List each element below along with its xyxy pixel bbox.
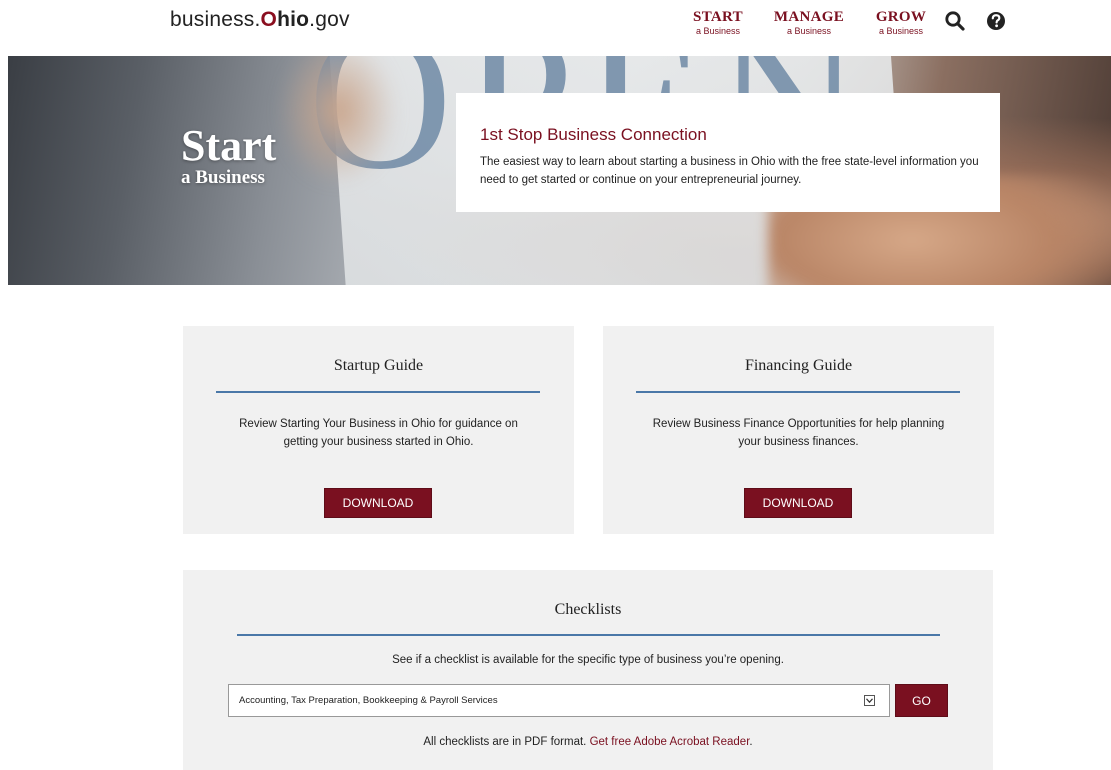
financing-guide-panel: Financing Guide Review Business Finance … xyxy=(603,326,994,534)
nav-start-label: START xyxy=(693,9,743,25)
checklist-select[interactable]: Accounting, Tax Preparation, Bookkeeping… xyxy=(228,684,890,717)
logo-prefix: business. xyxy=(170,8,261,31)
checklist-selected-value: Accounting, Tax Preparation, Bookkeeping… xyxy=(239,695,498,706)
divider xyxy=(216,391,540,393)
hero-title-small: a Business xyxy=(181,167,265,188)
logo-suffix: .gov xyxy=(309,8,350,31)
logo-hio: hio xyxy=(277,8,310,31)
hero-card-title: 1st Stop Business Connection xyxy=(480,125,707,144)
startup-guide-description: Review Starting Your Business in Ohio fo… xyxy=(239,418,518,448)
checklists-panel: Checklists See if a checklist is availab… xyxy=(183,570,993,770)
nav-start-business[interactable]: START a Business xyxy=(690,9,746,37)
divider xyxy=(237,634,940,636)
site-header: business.Ohio.gov START a Business MANAG… xyxy=(0,0,1111,56)
nav-manage-business[interactable]: MANAGE a Business xyxy=(770,9,848,37)
footnote-text: All checklists are in PDF format. xyxy=(423,736,587,748)
pdf-footnote: All checklists are in PDF format. Get fr… xyxy=(183,736,993,748)
hero-info-card: 1st Stop Business Connection The easiest… xyxy=(456,93,1000,212)
site-logo[interactable]: business.Ohio.gov xyxy=(170,8,350,32)
nav-start-sub: a Business xyxy=(695,26,741,36)
hero-title-big: Start xyxy=(181,121,277,170)
nav-manage-sub: a Business xyxy=(786,26,832,36)
search-icon[interactable] xyxy=(944,10,966,32)
financing-download-button[interactable]: DOWNLOAD xyxy=(744,488,852,518)
nav-grow-label: GROW xyxy=(875,9,927,25)
go-button[interactable]: GO xyxy=(895,684,948,717)
financing-guide-description: Review Business Finance Opportunities fo… xyxy=(652,418,945,448)
footnote-end: . xyxy=(749,736,753,748)
logo-o: O xyxy=(260,8,278,31)
startup-guide-panel: Startup Guide Review Starting Your Busin… xyxy=(183,326,574,534)
nav-grow-sub: a Business xyxy=(878,26,924,36)
adobe-reader-link[interactable]: Get free Adobe Acrobat Reader xyxy=(590,736,750,748)
checklists-title: Checklists xyxy=(554,601,622,618)
nav-manage-label: MANAGE xyxy=(773,9,845,25)
chevron-down-icon[interactable] xyxy=(864,695,875,706)
startup-guide-title: Startup Guide xyxy=(333,357,424,374)
startup-download-button[interactable]: DOWNLOAD xyxy=(324,488,432,518)
hero-hand-left xyxy=(278,56,398,186)
hero-card-description: The easiest way to learn about starting … xyxy=(480,156,979,186)
checklists-description: See if a checklist is available for the … xyxy=(392,654,784,666)
financing-guide-title: Financing Guide xyxy=(744,357,853,374)
hero-title: Start a Business xyxy=(181,124,276,188)
help-icon[interactable] xyxy=(985,10,1007,32)
nav-grow-business[interactable]: GROW a Business xyxy=(871,9,931,37)
divider xyxy=(636,391,960,393)
